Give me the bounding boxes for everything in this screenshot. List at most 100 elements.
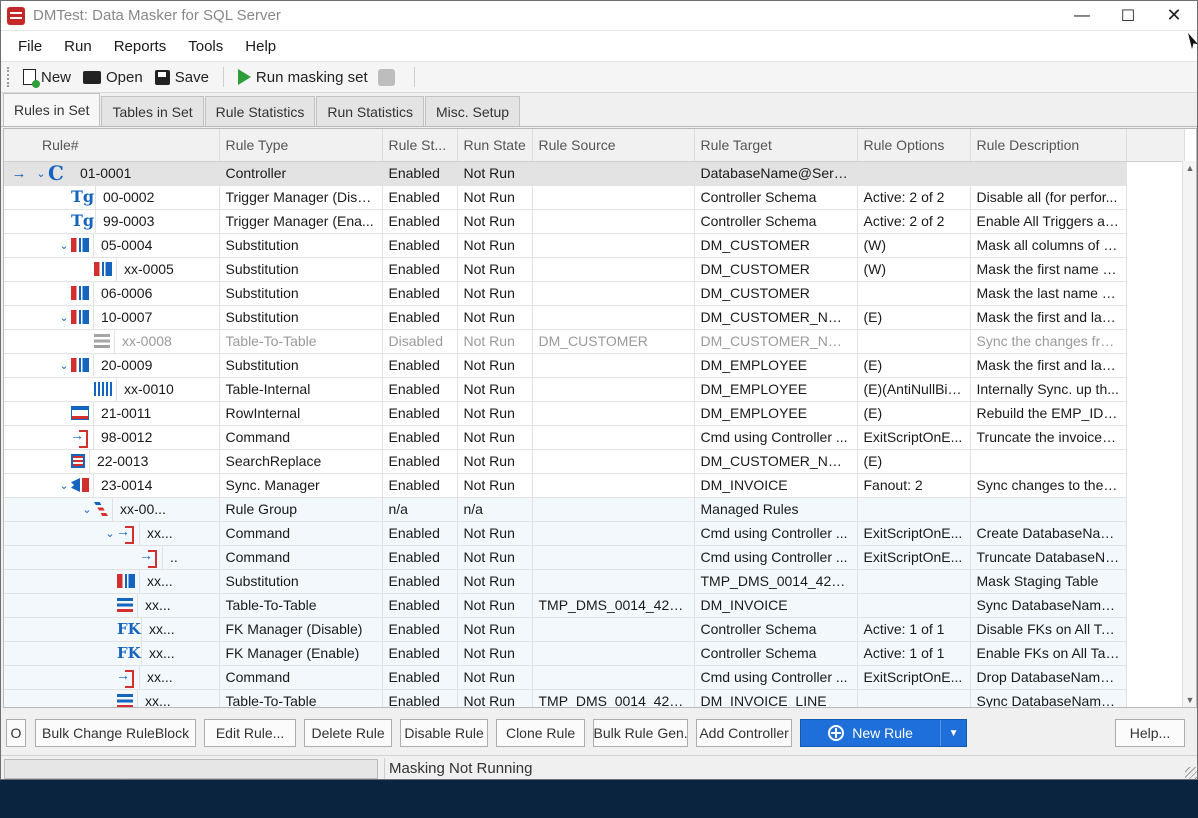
expand-chevron-icon[interactable]: ⌄ bbox=[57, 479, 71, 492]
rule-target-cell[interactable]: Controller Schema bbox=[694, 641, 858, 666]
rule-target-cell[interactable]: DM_INVOICE_LINE bbox=[694, 689, 858, 707]
rule-description-cell[interactable]: Mask all columns of th... bbox=[970, 233, 1127, 258]
run-state-cell[interactable]: Not Run bbox=[457, 689, 533, 707]
table-row[interactable]: xx... Table-To-Table Enabled Not Run TMP_DMS… bbox=[4, 689, 1185, 707]
resize-grip-icon[interactable] bbox=[1185, 767, 1197, 779]
rule-status-cell[interactable]: Enabled bbox=[382, 257, 458, 282]
rule-options-cell[interactable] bbox=[857, 161, 971, 186]
rule-status-cell[interactable]: Enabled bbox=[382, 209, 458, 234]
expand-chevron-icon[interactable]: ⌄ bbox=[80, 503, 94, 516]
rule-number-cell[interactable]: xx... bbox=[4, 665, 220, 690]
rule-source-cell[interactable] bbox=[532, 665, 695, 690]
delete-rule-button[interactable]: Delete Rule bbox=[304, 719, 393, 747]
rule-source-cell[interactable] bbox=[532, 473, 695, 498]
rule-source-cell[interactable] bbox=[532, 257, 695, 282]
rule-source-cell[interactable] bbox=[532, 545, 695, 570]
rule-status-cell[interactable]: Enabled bbox=[382, 377, 458, 402]
run-state-cell[interactable]: Not Run bbox=[457, 305, 533, 330]
rule-status-cell[interactable]: Enabled bbox=[382, 545, 458, 570]
run-state-cell[interactable]: Not Run bbox=[457, 209, 533, 234]
rule-source-cell[interactable] bbox=[532, 209, 695, 234]
toolbar-grip[interactable] bbox=[7, 67, 11, 87]
table-row[interactable]: 21-0011 RowInternal Enabled Not Run DM_EMPLO… bbox=[4, 401, 1185, 426]
table-row[interactable]: ⌄ xx-00... Rule Group n/a n/a Managed Rules bbox=[4, 497, 1185, 522]
rule-source-cell[interactable] bbox=[532, 305, 695, 330]
rule-number-cell[interactable]: 98-0012 bbox=[4, 425, 220, 450]
rule-type-cell[interactable]: Trigger Manager (Ena... bbox=[219, 209, 383, 234]
rule-status-cell[interactable]: Enabled bbox=[382, 281, 458, 306]
maximize-button[interactable]: ☐ bbox=[1105, 1, 1151, 31]
rule-target-cell[interactable]: Controller Schema bbox=[694, 185, 858, 210]
rule-options-cell[interactable]: (E) bbox=[857, 353, 971, 378]
vertical-scrollbar[interactable]: ▲ ▼ bbox=[1182, 161, 1196, 707]
rule-description-cell[interactable]: Truncate the invoice_... bbox=[970, 425, 1127, 450]
expand-chevron-icon[interactable]: ⌄ bbox=[34, 167, 48, 180]
table-row[interactable]: ⌄ 20-0009 Substitution Enabled Not Run DM_EMP… bbox=[4, 353, 1185, 378]
rule-type-cell[interactable]: Substitution bbox=[219, 233, 383, 258]
rule-status-cell[interactable]: Enabled bbox=[382, 569, 458, 594]
rule-options-cell[interactable] bbox=[857, 281, 971, 306]
table-row[interactable]: ⌄ xx...CommandEnabledNot Run Cmd using Con… bbox=[4, 521, 1185, 546]
rule-description-cell[interactable]: Disable FKs on All Tar... bbox=[970, 617, 1127, 642]
rule-description-cell[interactable]: Enable FKs on All Targ... bbox=[970, 641, 1127, 666]
rule-options-cell[interactable]: (E) bbox=[857, 305, 971, 330]
rule-options-cell[interactable]: ExitScriptOnE... bbox=[857, 425, 971, 450]
rule-status-cell[interactable]: Enabled bbox=[382, 401, 458, 426]
rule-description-cell[interactable]: Enable All Triggers again bbox=[970, 209, 1127, 234]
rule-type-cell[interactable]: Substitution bbox=[219, 257, 383, 282]
rule-type-cell[interactable]: Substitution bbox=[219, 569, 383, 594]
rule-description-cell[interactable]: Mask the first and last... bbox=[970, 305, 1127, 330]
rule-options-cell[interactable]: Active: 2 of 2 bbox=[857, 209, 971, 234]
rule-type-cell[interactable]: RowInternal bbox=[219, 401, 383, 426]
rule-status-cell[interactable]: Enabled bbox=[382, 185, 458, 210]
rule-type-cell[interactable]: Rule Group bbox=[219, 497, 383, 522]
rule-options-cell[interactable]: Active: 1 of 1 bbox=[857, 617, 971, 642]
new-rule-main[interactable]: New Rule bbox=[801, 725, 940, 741]
rule-number-cell[interactable]: ⌄ 20-0009 bbox=[4, 353, 220, 378]
new-rule-dropdown-icon[interactable]: ▼ bbox=[940, 720, 966, 746]
scroll-up-icon[interactable]: ▲ bbox=[1183, 163, 1196, 173]
rule-type-cell[interactable]: FK Manager (Disable) bbox=[219, 617, 383, 642]
run-masking-set-button[interactable]: Run masking set bbox=[232, 66, 406, 89]
rule-status-cell[interactable]: Enabled bbox=[382, 425, 458, 450]
table-row[interactable]: 98-0012CommandEnabledNot Run Cmd using Co… bbox=[4, 425, 1185, 450]
tab-rule-statistics[interactable]: Rule Statistics bbox=[204, 96, 316, 126]
scroll-down-icon[interactable]: ▼ bbox=[1183, 695, 1196, 705]
rule-status-cell[interactable]: Enabled bbox=[382, 665, 458, 690]
run-state-cell[interactable]: Not Run bbox=[457, 545, 533, 570]
rule-source-cell[interactable] bbox=[532, 569, 695, 594]
rule-type-cell[interactable]: SearchReplace bbox=[219, 449, 383, 474]
rule-number-cell[interactable]: xx... bbox=[4, 569, 220, 594]
rule-number-cell[interactable]: FK xx... bbox=[4, 617, 220, 642]
run-state-cell[interactable]: Not Run bbox=[457, 425, 533, 450]
menu-run[interactable]: Run bbox=[53, 34, 103, 59]
expand-chevron-icon[interactable]: ⌄ bbox=[57, 239, 71, 252]
table-row[interactable]: Tg 99-0003 Trigger Manager (Ena... Enabled N… bbox=[4, 209, 1185, 234]
rule-options-cell[interactable]: (W) bbox=[857, 233, 971, 258]
table-row[interactable]: ..CommandEnabledNot Run Cmd using Control… bbox=[4, 545, 1185, 570]
close-button[interactable]: ✕ bbox=[1151, 1, 1197, 31]
run-state-cell[interactable]: Not Run bbox=[457, 281, 533, 306]
rule-source-cell[interactable]: DM_CUSTOMER bbox=[532, 329, 695, 354]
rule-number-cell[interactable]: 21-0011 bbox=[4, 401, 220, 426]
rule-status-cell[interactable]: Enabled bbox=[382, 689, 458, 707]
rule-description-cell[interactable]: Truncate DatabaseNa... bbox=[970, 545, 1127, 570]
rule-source-cell[interactable] bbox=[532, 641, 695, 666]
run-state-cell[interactable]: Not Run bbox=[457, 473, 533, 498]
rule-target-cell[interactable]: Cmd using Controller ... bbox=[694, 665, 858, 690]
rule-options-cell[interactable] bbox=[857, 593, 971, 618]
rule-number-cell[interactable]: ⌄ 23-0014 bbox=[4, 473, 220, 498]
rule-source-cell[interactable] bbox=[532, 281, 695, 306]
rule-number-cell[interactable]: xx... bbox=[4, 689, 220, 707]
rule-description-cell[interactable]: Mask the last name co... bbox=[970, 281, 1127, 306]
col-header-rule-type[interactable]: Rule Type bbox=[219, 129, 383, 162]
menu-file[interactable]: File bbox=[7, 34, 53, 59]
rule-number-cell[interactable]: xx-0008 bbox=[4, 329, 220, 354]
rule-status-cell[interactable]: Disabled bbox=[382, 329, 458, 354]
col-header-rule-description[interactable]: Rule Description bbox=[970, 129, 1127, 162]
rule-status-cell[interactable]: Enabled bbox=[382, 473, 458, 498]
rule-options-cell[interactable] bbox=[857, 497, 971, 522]
run-state-cell[interactable]: Not Run bbox=[457, 617, 533, 642]
rule-source-cell[interactable] bbox=[532, 449, 695, 474]
rule-status-cell[interactable]: Enabled bbox=[382, 305, 458, 330]
